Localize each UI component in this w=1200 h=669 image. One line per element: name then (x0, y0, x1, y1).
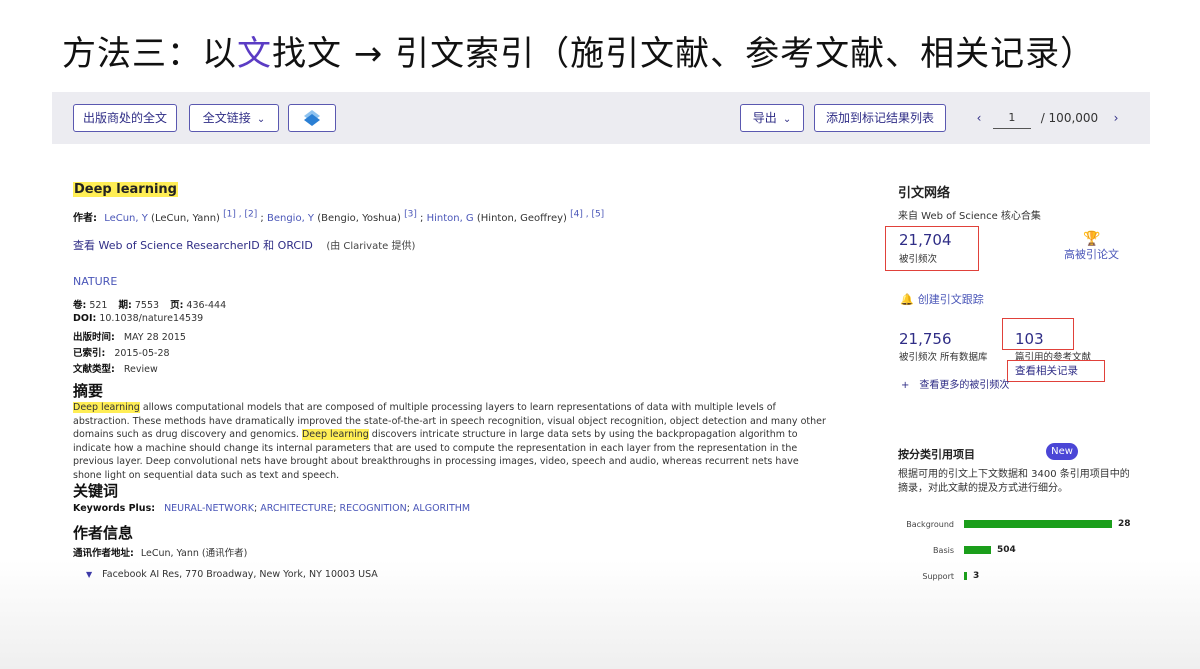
next-page-icon[interactable]: › (1106, 104, 1126, 132)
citation-source: 来自 Web of Science 核心合集 (898, 211, 1041, 222)
highly-cited-paper[interactable]: 高被引论文 (1064, 246, 1119, 262)
doctype-row: 文献类型: Review (73, 364, 158, 375)
highlight-box (1002, 318, 1074, 350)
author-info-heading: 作者信息 (73, 524, 134, 542)
pagination: ‹ 1 / 100,000 › (969, 104, 1126, 132)
bar-background[interactable] (964, 520, 1112, 528)
abstract-text: Deep learning allows computational model… (73, 402, 826, 481)
author-link[interactable]: Hinton, G (427, 213, 474, 224)
prev-page-icon[interactable]: ‹ (969, 104, 989, 132)
author-link[interactable]: Bengio, Y (267, 213, 314, 224)
page-total: / 100,000 (1040, 111, 1099, 125)
publisher-full-text-button[interactable]: 出版商处的全文 (73, 104, 177, 132)
journal-link[interactable]: NATURE (73, 275, 117, 288)
all-databases-cited-label: 被引频次 所有数据库 (899, 352, 988, 363)
keyword-link[interactable]: ARCHITECTURE (260, 503, 333, 514)
bar-value-support: 3 (973, 571, 980, 581)
pubdate-row: 出版时间: MAY 28 2015 (73, 332, 186, 343)
endnote-button[interactable] (288, 104, 336, 132)
record-toolbar: 出版商处的全文 全文链接 ⌄ 导出 ⌄ 添加到标记结果列表 ‹ 1 / 100,00… (52, 92, 1150, 144)
abstract-heading: 摘要 (73, 382, 104, 400)
author-ref[interactable]: [3] (404, 210, 417, 220)
keyword-link[interactable]: ALGORITHM (413, 503, 470, 514)
add-to-marked-list-button[interactable]: 添加到标记结果列表 (814, 104, 946, 132)
bar-value-background: 28 (1118, 519, 1131, 529)
full-text-links-button[interactable]: 全文链接 ⌄ (189, 104, 279, 132)
export-button[interactable]: 导出 ⌄ (740, 104, 804, 132)
researcher-id-link[interactable]: 查看 Web of Science ResearcherID 和 ORCID (73, 239, 313, 252)
bar-basis[interactable] (964, 546, 991, 554)
trophy-icon: 🏆 (1083, 231, 1101, 247)
bell-icon: 🔔 (900, 293, 914, 306)
classification-description: 根据可用的引文上下文数据和 3400 条引用项目中的摘录，对此文献的提及方式进行… (898, 469, 1130, 494)
create-citation-alert[interactable]: 🔔 创建引文跟踪 (900, 291, 984, 307)
organization-row[interactable]: ▼ Facebook AI Res, 770 Broadway, New York… (86, 569, 378, 580)
slide-title: 方法三：以文找文 → 引文索引（施引文献、参考文献、相关记录） (62, 34, 1096, 74)
highlight-box (1007, 360, 1105, 382)
new-badge: New (1046, 443, 1078, 460)
plus-icon: + (901, 380, 910, 391)
provided-by: (由 Clarivate 提供) (326, 241, 416, 252)
keyword-link[interactable]: NEURAL-NETWORK (164, 503, 254, 514)
indexed-row: 已索引: 2015-05-28 (73, 348, 170, 359)
author-link[interactable]: LeCun, Y (104, 213, 148, 224)
chevron-down-icon: ⌄ (782, 114, 792, 125)
see-more-times-cited[interactable]: + 查看更多的被引频次 (901, 376, 1009, 391)
endnote-icon (304, 110, 320, 126)
bar-label-basis: Basis (933, 546, 954, 555)
caret-down-icon[interactable]: ▼ (86, 570, 92, 579)
article-title: Deep learning (73, 182, 178, 197)
bar-value-basis: 504 (997, 545, 1016, 555)
classification-heading: 按分类引用项目 (898, 448, 975, 461)
citation-network-heading: 引文网络 (898, 186, 951, 201)
keywords-heading: 关键词 (73, 482, 119, 500)
authors-line: 作者: LeCun, Y (LeCun, Yann) [1] , [2] ; B… (73, 209, 605, 224)
keywords-row: Keywords Plus: NEURAL-NETWORK; ARCHITECT… (73, 503, 471, 514)
keyword-link[interactable]: RECOGNITION (340, 503, 407, 514)
corresponding-address: 通讯作者地址: LeCun, Yann (通讯作者) (73, 548, 248, 559)
bar-label-background: Background (906, 520, 954, 529)
all-databases-cited-count[interactable]: 21,756 (899, 330, 952, 348)
researcher-id-row: 查看 Web of Science ResearcherID 和 ORCID (… (73, 237, 415, 253)
author-ref[interactable]: [1] , [2] (223, 210, 257, 220)
doi-row: DOI: 10.1038/nature14539 (73, 313, 204, 324)
highlight-box (885, 226, 979, 271)
bar-support[interactable] (964, 572, 967, 580)
page-number-input[interactable]: 1 (992, 107, 1031, 129)
volume-issue-pages: 卷: 521 期: 7553 页: 436-444 (73, 300, 227, 311)
chevron-down-icon: ⌄ (256, 114, 266, 125)
author-ref[interactable]: [4] , [5] (570, 210, 604, 220)
bar-label-support: Support (922, 572, 954, 581)
